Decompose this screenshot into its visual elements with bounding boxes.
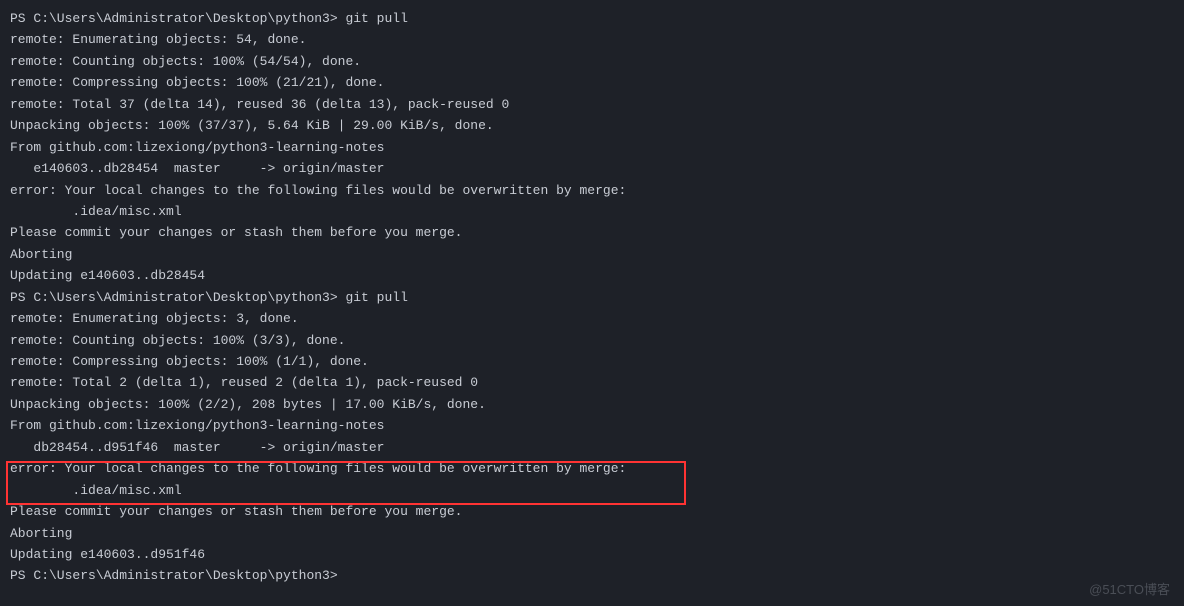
terminal-line: Please commit your changes or stash them… [10,222,1174,243]
terminal-line: remote: Enumerating objects: 54, done. [10,29,1174,50]
terminal-line: remote: Counting objects: 100% (54/54), … [10,51,1174,72]
terminal-line: Unpacking objects: 100% (37/37), 5.64 Ki… [10,115,1174,136]
terminal-line: Unpacking objects: 100% (2/2), 208 bytes… [10,394,1174,415]
terminal-line: Updating e140603..db28454 [10,265,1174,286]
terminal-line: remote: Counting objects: 100% (3/3), do… [10,330,1174,351]
terminal-output[interactable]: PS C:\Users\Administrator\Desktop\python… [10,8,1174,587]
terminal-line: db28454..d951f46 master -> origin/master [10,437,1174,458]
terminal-line: From github.com:lizexiong/python3-learni… [10,415,1174,436]
terminal-line: error: Your local changes to the followi… [10,180,1174,201]
terminal-line: PS C:\Users\Administrator\Desktop\python… [10,8,1174,29]
terminal-line: Aborting [10,523,1174,544]
terminal-line: remote: Total 37 (delta 14), reused 36 (… [10,94,1174,115]
terminal-line: Please commit your changes or stash them… [10,501,1174,522]
terminal-line: remote: Total 2 (delta 1), reused 2 (del… [10,372,1174,393]
terminal-line: Aborting [10,244,1174,265]
terminal-line: PS C:\Users\Administrator\Desktop\python… [10,565,1174,586]
terminal-line: PS C:\Users\Administrator\Desktop\python… [10,287,1174,308]
terminal-line: From github.com:lizexiong/python3-learni… [10,137,1174,158]
terminal-line: .idea/misc.xml [10,480,1174,501]
terminal-line: Updating e140603..d951f46 [10,544,1174,565]
terminal-line: remote: Compressing objects: 100% (1/1),… [10,351,1174,372]
watermark-text: @51CTO博客 [1089,579,1170,600]
terminal-line: remote: Compressing objects: 100% (21/21… [10,72,1174,93]
terminal-line: .idea/misc.xml [10,201,1174,222]
terminal-line: error: Your local changes to the followi… [10,458,1174,479]
terminal-line: e140603..db28454 master -> origin/master [10,158,1174,179]
terminal-line: remote: Enumerating objects: 3, done. [10,308,1174,329]
